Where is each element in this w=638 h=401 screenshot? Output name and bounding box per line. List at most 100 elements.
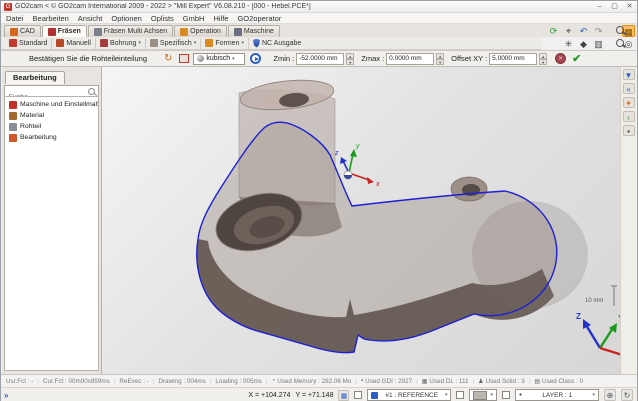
delete-tool-icon[interactable]: ▥ <box>592 38 605 50</box>
offset-xy-input[interactable] <box>489 53 537 65</box>
fill-tool-icon[interactable]: ◆ <box>577 38 590 50</box>
maximize-button[interactable]: ▢ <box>607 1 622 12</box>
layer-value: LAYER : 1 <box>542 392 572 399</box>
color-select[interactable]: ▾ <box>469 389 497 401</box>
zoom-selection-button[interactable]: ⊕ <box>604 389 616 401</box>
viewport-3d[interactable]: x y z 10 mm Z Y X <box>102 67 622 374</box>
class-metric: ▤ Used Class : 0 <box>534 378 583 385</box>
camera-icon[interactable]: ▪ <box>623 125 635 136</box>
coordinate-x: X = +104.274 <box>248 392 290 399</box>
sidebar: Bearbeitung Maschine und Einstellmaße Ma… <box>2 67 102 374</box>
zoom-plus-icon[interactable] <box>607 38 620 50</box>
right-end-shading <box>472 201 588 309</box>
spezifisch-label: Spezifisch <box>160 40 192 47</box>
filter-icon[interactable]: ▼ <box>623 69 635 80</box>
formen-icon <box>205 39 213 47</box>
grid-toggle-icon[interactable]: ▦ <box>338 390 349 401</box>
menu-go2operator[interactable]: GO2operator <box>237 14 281 23</box>
spray-tool-icon[interactable]: ✳ <box>562 38 575 50</box>
menu-bearbeiten[interactable]: Bearbeiten <box>33 14 69 23</box>
color-swatch <box>473 391 487 400</box>
tree-item-material[interactable]: Material <box>5 110 98 121</box>
confirm-button[interactable]: ✔ <box>572 52 581 65</box>
tab-fraesen-multi[interactable]: Fräsen Multi Achsen <box>88 25 173 37</box>
svg-text:z: z <box>334 150 339 157</box>
layer-select[interactable]: ● LAYER : 1 ▾ <box>515 389 599 401</box>
color-checkbox[interactable] <box>456 391 464 399</box>
gdi-metric: ▪ Used GDI : 2927 <box>361 378 412 385</box>
play-button[interactable] <box>250 53 261 64</box>
tree-item-rohteil[interactable]: Rohteil <box>5 121 98 132</box>
stock-type-select[interactable]: kubisch ▾ <box>193 53 245 65</box>
zmax-spinner[interactable]: ▴▾ <box>436 53 444 65</box>
manuell-button[interactable]: Manuell <box>52 38 96 49</box>
status-bar-metrics: Usr.Fct : -| Cur.Fct : 00m00s959ms| ReEx… <box>1 374 637 387</box>
menu-datei[interactable]: Datei <box>6 14 24 23</box>
expand-icon[interactable]: » <box>4 391 8 400</box>
formen-label: Formen <box>215 40 239 47</box>
status-bar-controls: » X = +104.274 Y = +71.148 ▦ #1 : REFERE… <box>1 387 637 401</box>
formen-button[interactable]: Formen ▾ <box>201 38 249 49</box>
menu-oplists[interactable]: Oplists <box>151 14 174 23</box>
menu-hilfe[interactable]: Hilfe <box>213 14 228 23</box>
close-button[interactable]: ✕ <box>622 1 637 12</box>
standard-label: Standard <box>19 40 47 47</box>
cad-tab-icon <box>10 28 18 36</box>
machining-icon <box>9 134 17 142</box>
fraesen-tab-icon <box>48 28 56 36</box>
standard-button[interactable]: Standard <box>5 38 52 49</box>
minimize-button[interactable]: – <box>592 1 607 12</box>
tree-item-rohteil-label: Rohteil <box>20 123 41 130</box>
tab-operation[interactable]: Operation <box>174 25 227 37</box>
spezifisch-dropdown-arrow: ▾ <box>194 40 197 46</box>
scale-indicator: 10 mm <box>585 286 617 306</box>
memory-icon: ◔ <box>272 378 276 384</box>
zmin-spinner[interactable]: ▴▾ <box>346 53 354 65</box>
sidebar-tab-bearbeitung[interactable]: Bearbeitung <box>5 71 65 84</box>
zmax-input[interactable] <box>386 53 434 65</box>
menu-gmbh[interactable]: GmbH <box>183 14 205 23</box>
chevron-left-icon[interactable]: ‹ <box>623 111 635 122</box>
app-window: G GO2cam < © GO2cam International 2009 -… <box>0 0 638 401</box>
reference-dropdown-arrow: ▾ <box>445 392 448 398</box>
bohrung-button[interactable]: Bohrung ▾ <box>96 38 146 49</box>
reference-checkbox[interactable] <box>354 391 362 399</box>
material-icon <box>9 112 17 120</box>
tree-item-maschine[interactable]: Maschine und Einstellmaße <box>5 99 98 110</box>
measure-icon[interactable]: ⌖ <box>562 25 575 37</box>
tab-cad[interactable]: CAD <box>4 25 41 37</box>
gdi-icon: ▪ <box>361 378 363 384</box>
menu-optionen[interactable]: Optionen <box>111 14 141 23</box>
redo-icon[interactable]: ↷ <box>592 25 605 37</box>
reference-icon <box>371 392 378 399</box>
cancel-button[interactable]: ✕ <box>555 53 566 64</box>
spezifisch-button[interactable]: Spezifisch ▾ <box>146 38 201 49</box>
tab-cad-label: CAD <box>20 28 35 35</box>
process-tree: Maschine und Einstellmaße Material Rohte… <box>4 96 99 371</box>
operation-tab-icon <box>180 28 188 36</box>
zmin-input[interactable] <box>296 53 344 65</box>
tab-fraesen[interactable]: Fräsen <box>42 25 87 37</box>
svg-text:Z: Z <box>576 312 581 321</box>
reference-select[interactable]: #1 : REFERENCE ▾ <box>367 389 451 401</box>
refresh-view-button[interactable]: ↻ <box>621 389 633 401</box>
tab-maschine[interactable]: Maschine <box>228 25 280 37</box>
rotate-part-icon[interactable]: ↻ <box>164 53 172 64</box>
zoom-tool-icon[interactable] <box>607 25 620 37</box>
hand-tool-icon[interactable]: ✦ <box>623 97 635 108</box>
loading-metric: Loading : 005ms <box>215 378 262 385</box>
fraesen-multi-tab-icon <box>94 28 102 36</box>
layer-checkbox[interactable] <box>502 391 510 399</box>
stock-box-icon[interactable] <box>179 54 189 63</box>
tab-fraesen-label: Fräsen <box>58 28 81 35</box>
nc-ausgabe-button[interactable]: NC Ausgabe <box>249 38 305 49</box>
collapse-panel-icon[interactable]: « <box>623 83 635 94</box>
tree-item-bearbeitung[interactable]: Bearbeitung <box>5 132 98 143</box>
ribbon-toolbar: Standard Manuell Bohrung ▾ Spezifisch ▾ … <box>1 37 541 50</box>
offset-xy-spinner[interactable]: ▴▾ <box>539 53 547 65</box>
standard-icon <box>9 39 17 47</box>
refresh-icon[interactable]: ⟳ <box>547 25 560 37</box>
menu-ansicht[interactable]: Ansicht <box>78 14 103 23</box>
color-dropdown-arrow: ▾ <box>490 392 493 398</box>
undo-icon[interactable]: ↶ <box>577 25 590 37</box>
